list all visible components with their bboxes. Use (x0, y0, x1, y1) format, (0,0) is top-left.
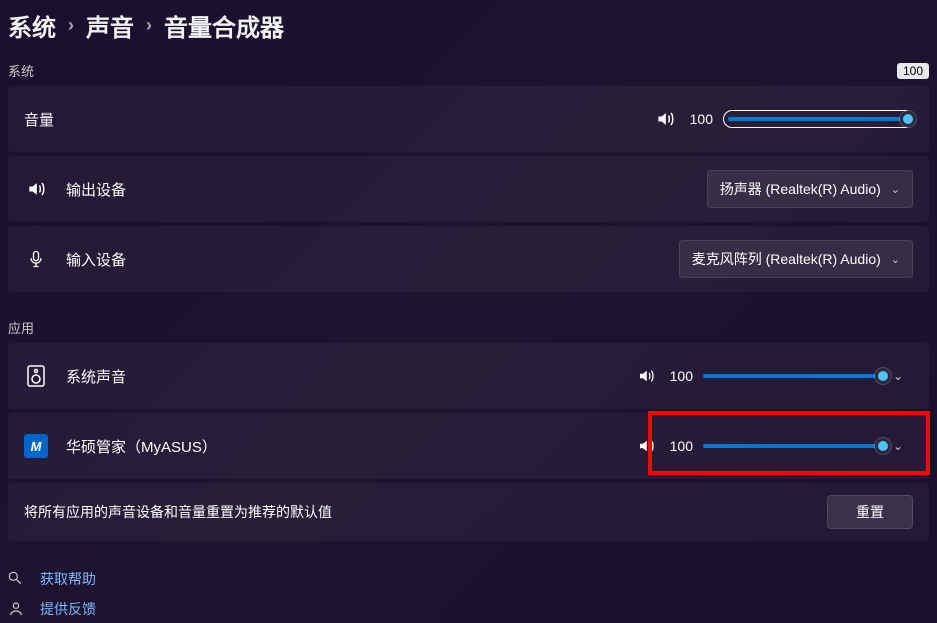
input-device-label: 输入设备 (66, 249, 126, 270)
speaker-icon[interactable] (655, 109, 675, 129)
app-volume-slider[interactable] (703, 444, 883, 448)
get-help-label: 获取帮助 (40, 569, 96, 589)
speaker-icon[interactable] (637, 437, 655, 455)
master-volume-slider[interactable] (723, 110, 913, 128)
myasus-icon: M (24, 434, 48, 458)
reset-card: 将所有应用的声音设备和音量重置为推荐的默认值 重置 (8, 483, 929, 541)
give-feedback-label: 提供反馈 (40, 599, 96, 619)
app-volume-value: 100 (665, 438, 693, 454)
system-label-text: 系统 (8, 61, 34, 80)
speaker-icon[interactable] (637, 367, 655, 385)
chevron-down-icon: ⌄ (893, 369, 903, 383)
input-device-dropdown[interactable]: 麦克风阵列 (Realtek(R) Audio) ⌄ (679, 240, 913, 278)
chevron-right-icon: › (146, 15, 152, 36)
help-icon (8, 571, 26, 587)
chevron-right-icon: › (68, 15, 74, 36)
master-volume-card: 音量 100 (8, 86, 929, 152)
app-volume-slider[interactable] (703, 374, 883, 378)
output-device-label: 输出设备 (66, 179, 126, 200)
app-name: 华硕管家（MyASUS） (66, 436, 217, 457)
chevron-down-icon: ⌄ (893, 439, 903, 453)
app-row-system-sounds: 系统声音 100 ⌄ (8, 343, 929, 409)
breadcrumb-sound[interactable]: 声音 (86, 8, 134, 43)
get-help-link[interactable]: 获取帮助 (8, 569, 929, 589)
feedback-icon (8, 601, 26, 617)
app-row-myasus: M 华硕管家（MyASUS） 100 ⌄ (8, 413, 929, 479)
master-volume-label: 音量 (24, 109, 54, 130)
input-device-selected: 麦克风阵列 (Realtek(R) Audio) (692, 249, 881, 269)
apps-label-text: 应用 (8, 318, 34, 337)
page-title: 音量合成器 (164, 8, 284, 43)
output-device-dropdown[interactable]: 扬声器 (Realtek(R) Audio) ⌄ (707, 170, 913, 208)
input-device-card: 输入设备 麦克风阵列 (Realtek(R) Audio) ⌄ (8, 226, 929, 292)
reset-description: 将所有应用的声音设备和音量重置为推荐的默认值 (24, 502, 332, 522)
output-device-selected: 扬声器 (Realtek(R) Audio) (720, 179, 881, 199)
breadcrumb: 系统 › 声音 › 音量合成器 (8, 8, 929, 43)
apps-section-label: 应用 (8, 318, 929, 337)
give-feedback-link[interactable]: 提供反馈 (8, 599, 929, 619)
speaker-box-icon (24, 364, 48, 388)
microphone-icon (26, 249, 46, 269)
master-volume-value: 100 (685, 111, 713, 127)
app-name: 系统声音 (66, 366, 126, 387)
system-volume-badge: 100 (897, 63, 929, 79)
reset-button[interactable]: 重置 (827, 495, 913, 529)
app-volume-value: 100 (665, 368, 693, 384)
chevron-down-icon: ⌄ (891, 183, 900, 196)
system-section-label: 系统 100 (8, 61, 929, 80)
speaker-output-icon (26, 179, 46, 199)
breadcrumb-system[interactable]: 系统 (8, 8, 56, 43)
output-device-card: 输出设备 扬声器 (Realtek(R) Audio) ⌄ (8, 156, 929, 222)
chevron-down-icon: ⌄ (891, 253, 900, 266)
